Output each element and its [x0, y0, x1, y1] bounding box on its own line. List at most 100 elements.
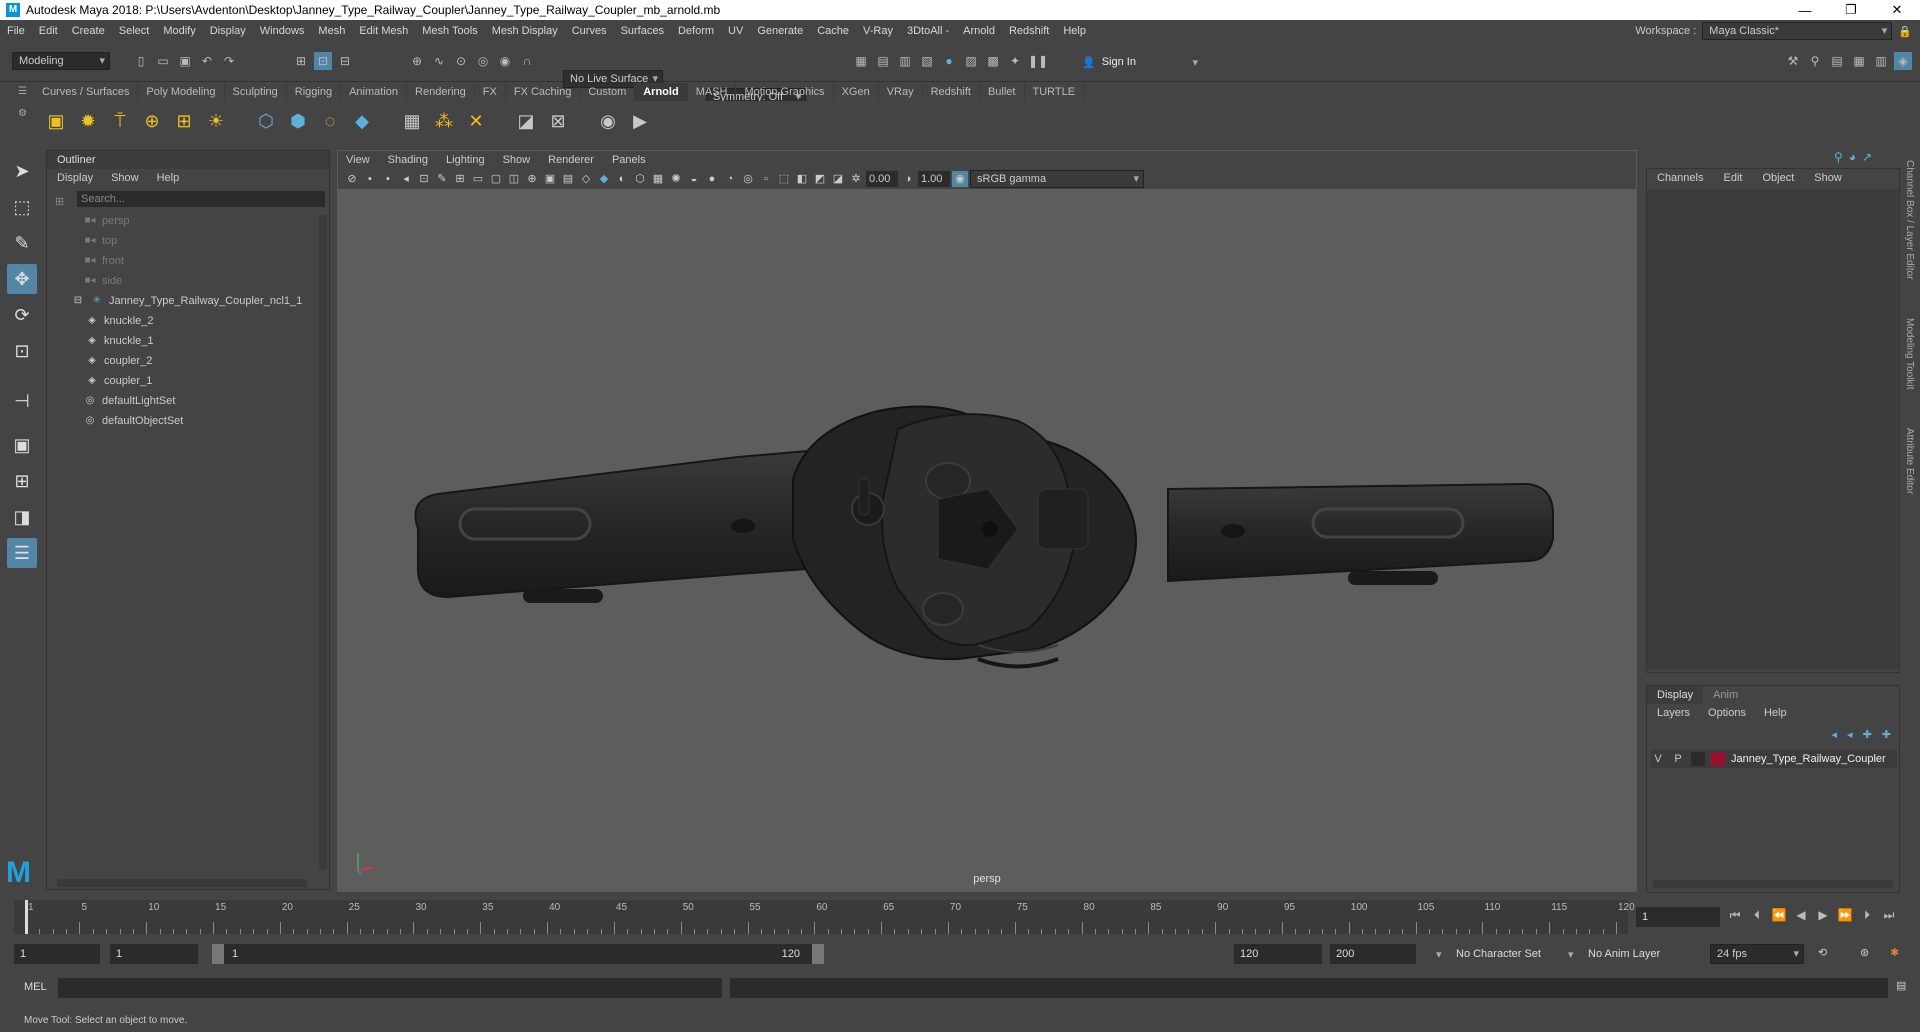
menu-mesh-display[interactable]: Mesh Display: [485, 25, 565, 37]
flush-cache-icon[interactable]: ✕: [462, 107, 490, 135]
textured-icon[interactable]: ▦: [650, 171, 666, 187]
preferences-icon[interactable]: ✱: [1890, 946, 1899, 959]
shelf-tab-turtle[interactable]: TURTLE: [1025, 83, 1085, 101]
list-item[interactable]: ◈ coupler_1: [61, 371, 329, 391]
close-button[interactable]: ✕: [1874, 2, 1920, 18]
new-scene-icon[interactable]: ▯: [132, 52, 150, 70]
shelf-tab-curves-surfaces[interactable]: Curves / Surfaces: [34, 83, 139, 101]
step-back-icon[interactable]: ⏴: [1748, 906, 1766, 924]
layer-row[interactable]: V P Janney_Type_Railway_Coupler: [1651, 750, 1897, 768]
field-chart-icon[interactable]: ⊕: [524, 171, 540, 187]
menu-modify[interactable]: Modify: [156, 25, 202, 37]
command-input[interactable]: [58, 978, 722, 998]
render-frame-icon[interactable]: ▤: [874, 52, 892, 70]
new-layer-icon[interactable]: ✚: [1863, 728, 1872, 741]
side-tab-channel-box[interactable]: Channel Box / Layer Editor: [1904, 160, 1915, 280]
menu-mesh[interactable]: Mesh: [311, 25, 352, 37]
shadows-icon[interactable]: ◒: [686, 171, 702, 187]
outliner-vertical-scrollbar[interactable]: [319, 215, 327, 869]
outliner-layout-icon[interactable]: ☰: [7, 538, 37, 568]
shelf-tab-vray[interactable]: VRay: [879, 83, 923, 101]
shelf-tab-bullet[interactable]: Bullet: [980, 83, 1025, 101]
arnold-ipr-icon[interactable]: ▩: [984, 52, 1002, 70]
wireframe-on-shaded-icon[interactable]: ⬡: [632, 171, 648, 187]
menuset-dropdown[interactable]: Modeling: [12, 52, 110, 70]
anti-aliasing-icon[interactable]: ◎: [740, 171, 756, 187]
arnold-render-view-icon[interactable]: ◪: [512, 107, 540, 135]
layer-visibility-toggle[interactable]: V: [1651, 753, 1665, 765]
bookmark-icon[interactable]: ▪: [380, 171, 396, 187]
minimize-button[interactable]: —: [1782, 3, 1828, 18]
viewport-menu-lighting[interactable]: Lighting: [446, 151, 485, 169]
animation-end-field[interactable]: 200: [1330, 944, 1416, 964]
snap-magnet-icon[interactable]: ∩: [518, 52, 536, 70]
select-tool-icon[interactable]: ➤: [7, 156, 37, 186]
character-set-arrow-icon[interactable]: ▾: [1436, 948, 1442, 961]
layer-menu-options[interactable]: Options: [1708, 704, 1746, 722]
2d-pan-zoom-icon[interactable]: ⊡: [416, 171, 432, 187]
shelf-tab-sculpting[interactable]: Sculpting: [225, 83, 287, 101]
loop-icon[interactable]: ⟲: [1818, 946, 1827, 959]
menu-edit-mesh[interactable]: Edit Mesh: [352, 25, 415, 37]
persp-outliner-layout-icon[interactable]: ◨: [7, 502, 37, 532]
modeling-toolkit-toggle-icon[interactable]: ⚒: [1784, 52, 1802, 70]
isolate-select-icon[interactable]: ⬚: [776, 171, 792, 187]
snap-point-icon[interactable]: ⊙: [452, 52, 470, 70]
list-item[interactable]: ⊟ ✳ Janney_Type_Railway_Coupler_ncl1_1: [61, 291, 329, 311]
image-plane-icon[interactable]: ◂: [398, 171, 414, 187]
tx-convert-icon[interactable]: ⁂: [430, 107, 458, 135]
outliner-horizontal-scrollbar[interactable]: [57, 879, 307, 887]
play-forward-icon[interactable]: ▶: [1814, 906, 1832, 924]
anim-layer-arrow-icon[interactable]: ▾: [1568, 948, 1574, 961]
fps-dropdown[interactable]: 24 fps: [1710, 944, 1804, 964]
attribute-editor-toggle-icon[interactable]: ▤: [1828, 52, 1846, 70]
layer-menu-help[interactable]: Help: [1764, 704, 1787, 722]
shelf-tab-rendering[interactable]: Rendering: [407, 83, 475, 101]
menu-deform[interactable]: Deform: [671, 25, 721, 37]
channel-box-menu-channels[interactable]: Channels: [1657, 169, 1703, 187]
gamma-icon[interactable]: ◑: [900, 171, 916, 187]
move-tool-icon[interactable]: ✥: [7, 264, 37, 294]
channel-box-camera-icon[interactable]: ◕: [1849, 150, 1856, 164]
menu-curves[interactable]: Curves: [565, 25, 614, 37]
go-to-end-icon[interactable]: ⏭: [1880, 906, 1898, 924]
shelf-tab-animation[interactable]: Animation: [341, 83, 408, 101]
grid-icon[interactable]: ⊞: [452, 171, 468, 187]
last-tool-icon[interactable]: ⊣: [7, 386, 37, 416]
smooth-shade-icon[interactable]: ◆: [596, 171, 612, 187]
shelf-tab-poly-modeling[interactable]: Poly Modeling: [138, 83, 225, 101]
viewport-menu-view[interactable]: View: [346, 151, 370, 169]
channel-box-menu-object[interactable]: Object: [1762, 169, 1794, 187]
shelf-tab-rigging[interactable]: Rigging: [287, 83, 342, 101]
time-slider[interactable]: 1 5 10 15 20 25 30 35 40 45 50 55 60 65 70 75 80 85 90 95 10…: [14, 900, 1635, 934]
list-item[interactable]: ◈ knuckle_1: [61, 331, 329, 351]
render-view-icon[interactable]: ▦: [852, 52, 870, 70]
menu-select[interactable]: Select: [112, 25, 157, 37]
new-layer-selected-icon[interactable]: ✚: [1882, 728, 1891, 741]
lasso-tool-icon[interactable]: ⬚: [7, 192, 37, 222]
save-scene-icon[interactable]: ▣: [176, 52, 194, 70]
use-all-lights-icon[interactable]: ✺: [668, 171, 684, 187]
channel-box-menu-edit[interactable]: Edit: [1723, 169, 1742, 187]
viewport-menu-show[interactable]: Show: [503, 151, 531, 169]
collapse-icon[interactable]: ⊟: [71, 291, 85, 311]
photometric-light-icon[interactable]: ⍑: [106, 107, 134, 135]
standin-icon[interactable]: ⬡: [252, 107, 280, 135]
shelf-menu-icon[interactable]: ☰ ⚙: [18, 86, 30, 136]
channel-box-tool-icon[interactable]: ⚲: [1834, 150, 1843, 164]
snap-curve-icon[interactable]: ∿: [430, 52, 448, 70]
layer-menu-layers[interactable]: Layers: [1657, 704, 1690, 722]
outliner-menu-show[interactable]: Show: [111, 169, 139, 187]
light-portal-icon[interactable]: ⊞: [170, 107, 198, 135]
move-layer-down-icon[interactable]: ◂: [1847, 728, 1853, 741]
mesh-light-icon[interactable]: ✹: [74, 107, 102, 135]
open-scene-icon[interactable]: ▭: [154, 52, 172, 70]
volume-icon[interactable]: ◆: [348, 107, 376, 135]
render-settings-icon[interactable]: ▧: [918, 52, 936, 70]
human-ik-toggle-icon[interactable]: ⚲: [1806, 52, 1824, 70]
viewport-canvas[interactable]: persp: [338, 189, 1636, 891]
safe-action-icon[interactable]: ▣: [542, 171, 558, 187]
current-time-indicator[interactable]: [25, 900, 28, 934]
safe-title-icon[interactable]: ▤: [560, 171, 576, 187]
layer-type-toggle[interactable]: [1691, 752, 1705, 766]
